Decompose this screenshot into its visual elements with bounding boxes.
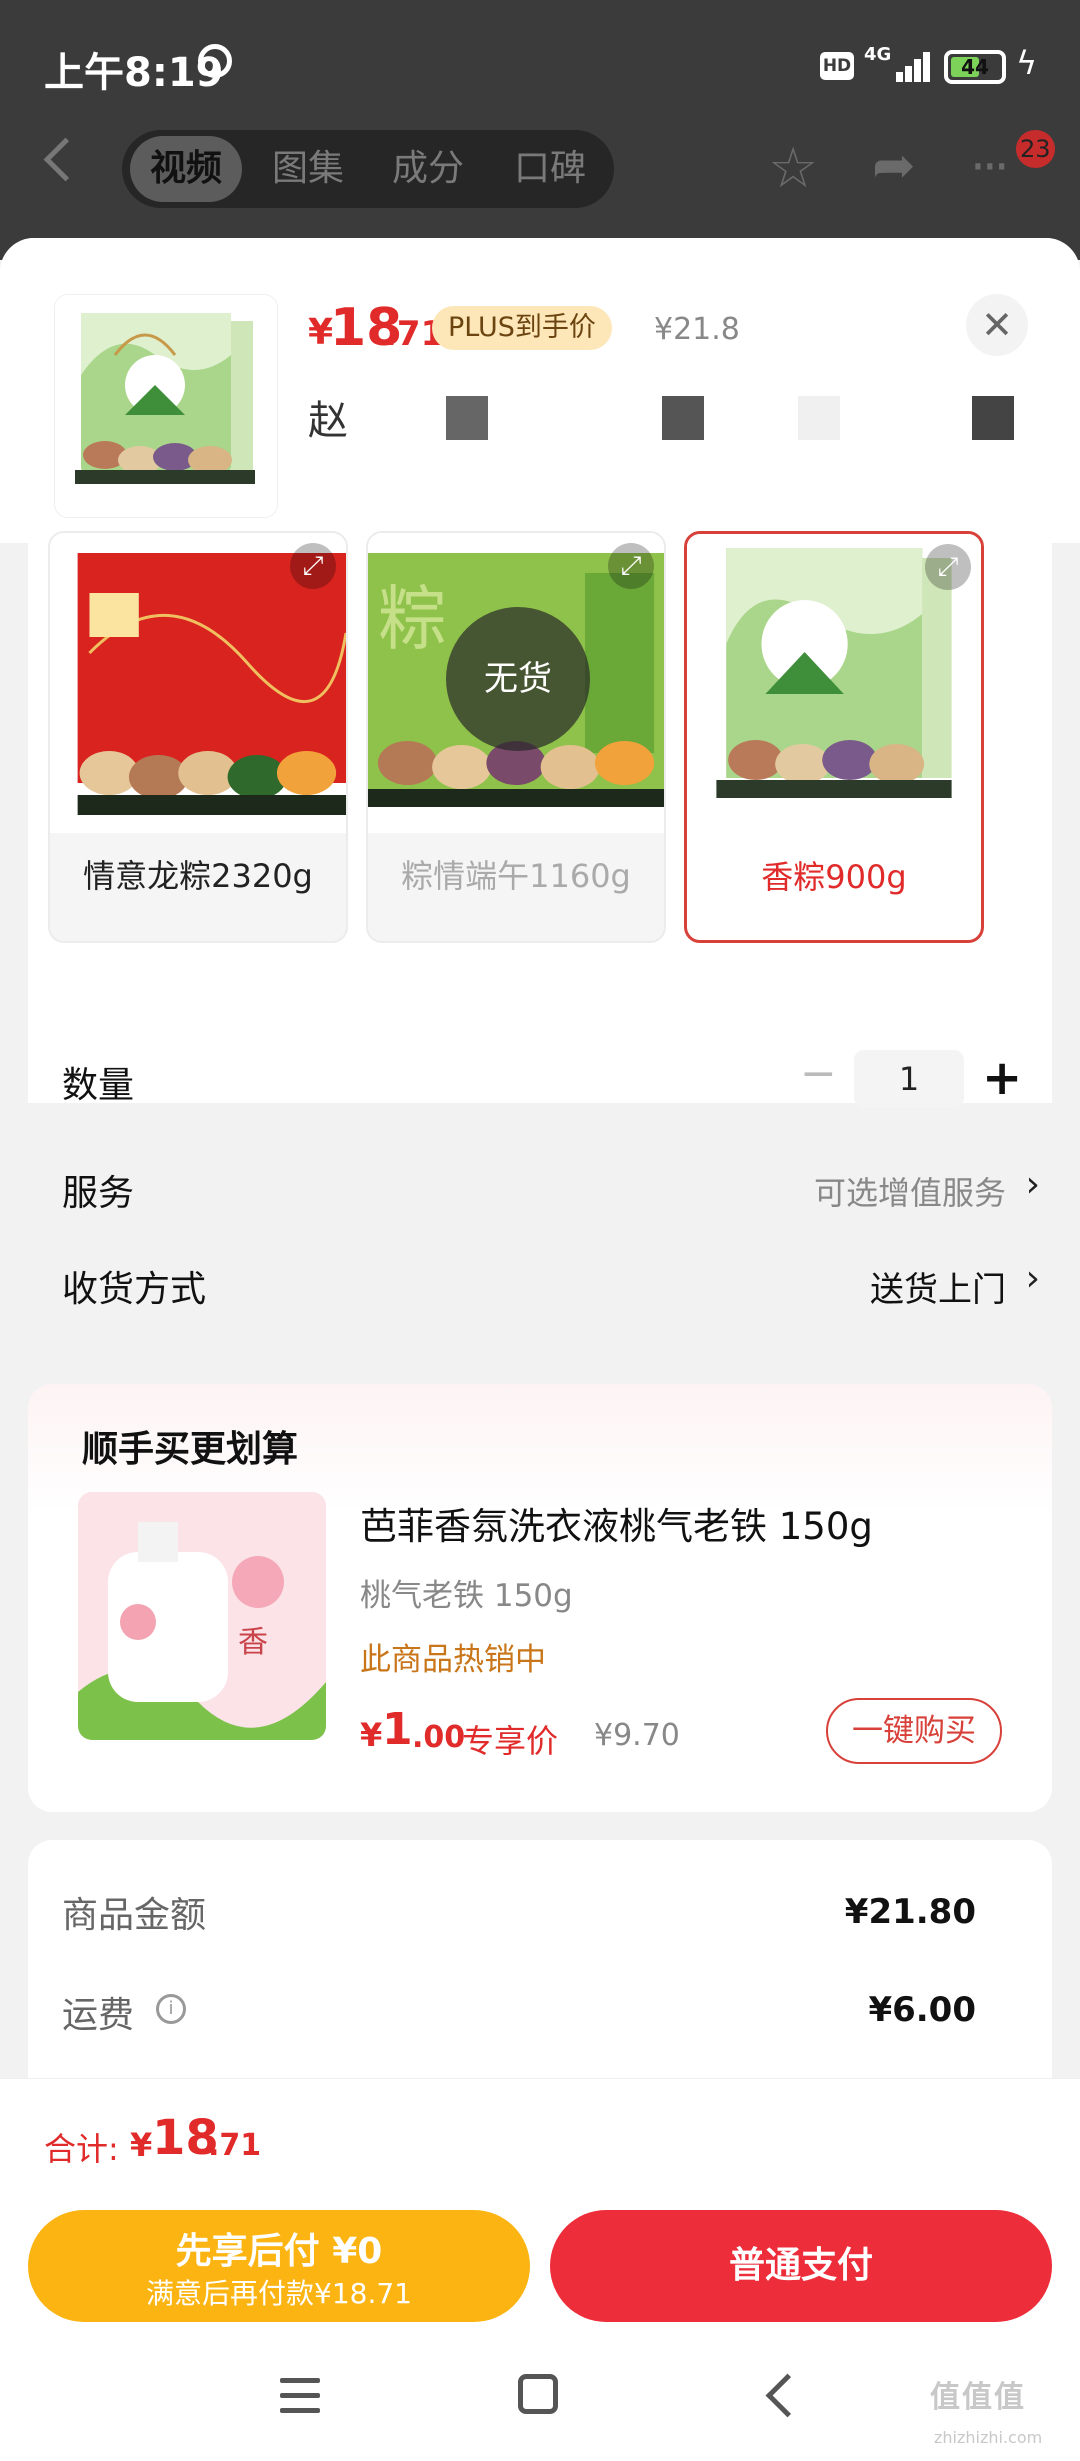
- out-of-stock-badge: 无货: [446, 607, 590, 751]
- watermark-url: zhizhizhi.com: [934, 2428, 1043, 2447]
- clock: 上午8:19: [44, 50, 224, 96]
- expand-icon[interactable]: ⤢: [608, 543, 654, 589]
- total-label: 合计:: [44, 2130, 119, 2168]
- more-icon[interactable]: ···: [970, 138, 1010, 196]
- upsell-hot-label: 此商品热销中: [360, 1642, 546, 1678]
- upsell-title: 顺手买更划算: [82, 1429, 299, 1470]
- option-card-xiangzong[interactable]: ⤢ 香粽900g: [684, 531, 984, 943]
- redaction-block: [798, 396, 840, 440]
- option-card-duanwu[interactable]: 粽 无货 ⤢ 粽情端午1160g: [366, 531, 666, 943]
- pay-later-sublabel: 满意后再付款¥18.71: [146, 2277, 412, 2310]
- service-value[interactable]: 可选增值服务: [814, 1168, 1006, 1214]
- shipping-label: 运费: [62, 1995, 135, 2036]
- option-label: 情意龙粽2320g: [83, 857, 313, 895]
- total-decimal: .71: [208, 2128, 262, 2163]
- goods-amount-value: ¥21.80: [844, 1892, 976, 1932]
- service-label: 服务: [62, 1173, 135, 1214]
- upsell-product-spec: 桃气老铁 150g: [360, 1578, 573, 1614]
- alarm-icon: [198, 44, 232, 78]
- message-badge: 23: [1016, 130, 1055, 168]
- quantity-input[interactable]: 1: [854, 1050, 964, 1108]
- plus-price-tag: PLUS到手价: [432, 306, 612, 350]
- option-label: 粽情端午1160g: [401, 857, 631, 895]
- expand-icon[interactable]: ⤢: [925, 544, 971, 590]
- tab-ingredients[interactable]: 成分: [372, 130, 484, 208]
- signal-icon: [896, 52, 930, 82]
- favorite-star-icon[interactable]: ☆: [768, 136, 818, 201]
- upsell-product-image[interactable]: 香: [78, 1492, 326, 1740]
- tab-reviews[interactable]: 口碑: [494, 130, 606, 208]
- battery-icon: 44: [944, 50, 1006, 84]
- redaction-block: [446, 396, 488, 440]
- option-label: 香粽900g: [761, 858, 907, 896]
- chevron-right-icon[interactable]: ›: [1026, 1164, 1040, 1205]
- info-icon[interactable]: i: [156, 1994, 186, 2024]
- battery-level: 44: [961, 55, 989, 79]
- quantity-minus-button[interactable]: −: [800, 1048, 837, 1099]
- media-tabs: 视频 图集 成分 口碑: [122, 130, 614, 208]
- network-type: 4G: [864, 44, 892, 65]
- hd-icon: HD: [820, 52, 854, 80]
- delivery-label: 收货方式: [62, 1269, 207, 1310]
- upsell-price-currency: ¥: [360, 1716, 383, 1754]
- delivery-value[interactable]: 送货上门: [870, 1262, 1006, 1311]
- original-price: ¥21.8: [654, 312, 740, 347]
- product-header: ¥ 18 .71 PLUS到手价 ¥21.8 ✕ 赵: [0, 238, 1080, 543]
- svg-text:粽: 粽: [378, 579, 447, 661]
- upsell-price-decimal: .00: [412, 1720, 466, 1755]
- goods-amount-label: 商品金额: [62, 1895, 207, 1936]
- close-button[interactable]: ✕: [966, 294, 1028, 356]
- pay-later-button[interactable]: 先享后付 ¥0 满意后再付款¥18.71: [28, 2210, 530, 2322]
- normal-pay-button[interactable]: 普通支付: [550, 2210, 1052, 2322]
- expand-icon[interactable]: ⤢: [290, 543, 336, 589]
- tab-gallery[interactable]: 图集: [252, 130, 364, 208]
- redaction-block: [972, 396, 1014, 440]
- quantity-plus-button[interactable]: +: [982, 1050, 1022, 1106]
- status-bar: 上午8:19 HD 4G 44 ϟ: [0, 0, 1080, 130]
- svg-text:香: 香: [238, 1625, 268, 1660]
- one-click-buy-button[interactable]: 一键购买: [826, 1698, 1002, 1764]
- home-icon[interactable]: [518, 2374, 558, 2414]
- charging-icon: ϟ: [1016, 44, 1038, 82]
- option-card-dragon[interactable]: ⤢ 情意龙粽2320g: [48, 531, 348, 943]
- quantity-label: 数量: [62, 1065, 135, 1106]
- upsell-price-tag: 专享价: [462, 1722, 559, 1760]
- product-thumbnail: [54, 294, 278, 518]
- upsell-product-name[interactable]: 芭菲香氛洗衣液桃气老铁 150g: [360, 1496, 873, 1550]
- redaction-block: [662, 396, 704, 440]
- recent-apps-icon[interactable]: [280, 2378, 320, 2414]
- chevron-right-icon[interactable]: ›: [1026, 1258, 1040, 1299]
- seller-name: 赵: [308, 398, 348, 444]
- total-currency: ¥: [130, 2126, 153, 2164]
- tab-video[interactable]: 视频: [130, 136, 242, 202]
- pay-later-label: 先享后付 ¥0: [175, 2231, 383, 2272]
- upsell-original-price: ¥9.70: [594, 1718, 680, 1753]
- watermark-logo: 值值值: [930, 2380, 1026, 2415]
- share-icon[interactable]: ➦: [872, 136, 916, 196]
- upsell-price-integer: 1: [382, 1704, 413, 1755]
- shipping-value: ¥6.00: [868, 1990, 976, 2030]
